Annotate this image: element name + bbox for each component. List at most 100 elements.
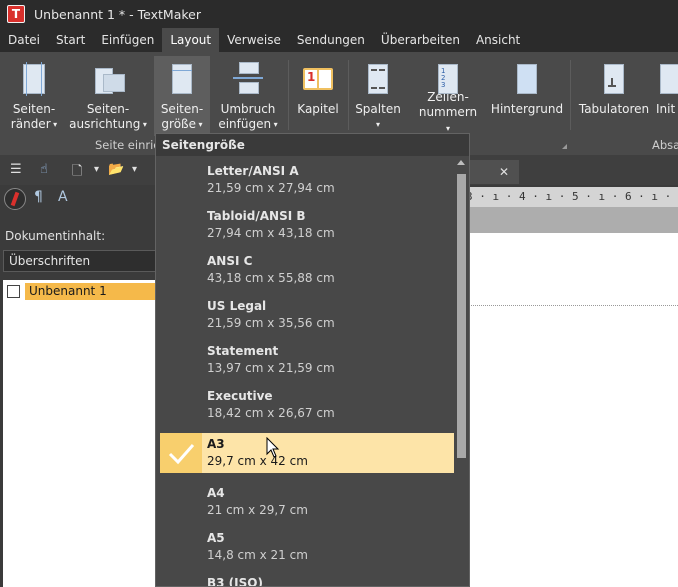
- chapter-button[interactable]: 1 Kapitel: [294, 56, 342, 136]
- option-dimensions: 21,59 cm x 35,56 cm: [207, 316, 335, 330]
- background-button[interactable]: Hintergrund: [490, 56, 564, 136]
- title-bar: T Unbenannt 1 * - TextMaker: [0, 0, 678, 28]
- content-filter-select[interactable]: Überschriften: [3, 250, 156, 272]
- document-content-label: Dokumentinhalt:: [5, 229, 106, 243]
- tab-einfuegen[interactable]: Einfügen: [93, 28, 162, 52]
- page-margin-line: [466, 305, 678, 306]
- tab-layout[interactable]: Layout: [162, 28, 220, 52]
- option-name: A4: [207, 486, 225, 500]
- hand-tool-icon[interactable]: ☝: [40, 162, 48, 178]
- line-numbers-button[interactable]: 123 Zeilen- nummern ▾: [418, 56, 478, 136]
- dropdown-scrollbar[interactable]: [454, 156, 469, 586]
- page-size-label-1: Seiten-: [160, 102, 204, 116]
- group-label-paragraph: Absa: [652, 138, 678, 152]
- columns-icon: [363, 60, 393, 96]
- page-size-label-2: größe: [161, 117, 196, 131]
- option-name: Tabloid/ANSI B: [207, 209, 306, 223]
- page-size-option-statement[interactable]: Statement 13,97 cm x 21,59 cm: [160, 336, 454, 378]
- hamburger-menu-icon[interactable]: ☰: [10, 162, 22, 178]
- ribbon-separator: [570, 60, 571, 130]
- tree-item-label: Unbenannt 1: [25, 283, 156, 300]
- page-size-option-executive[interactable]: Executive 18,42 cm x 26,67 cm: [160, 381, 454, 423]
- open-dropdown-icon[interactable]: ▾: [132, 164, 137, 180]
- window-title: Unbenannt 1 * - TextMaker: [34, 6, 201, 22]
- insert-break-label-1: Umbruch: [220, 102, 276, 116]
- tabs-label: Tabulatoren: [578, 102, 650, 116]
- menu-bar: Datei Start Einfügen Layout Verweise Sen…: [0, 28, 678, 52]
- scroll-up-icon[interactable]: [457, 160, 465, 165]
- option-name: Letter/ANSI A: [207, 164, 299, 178]
- open-folder-icon[interactable]: 📂: [108, 162, 124, 178]
- tab-sendungen[interactable]: Sendungen: [289, 28, 373, 52]
- page-size-option-b3[interactable]: B3 (ISO): [160, 568, 454, 587]
- insert-break-button[interactable]: Umbruch einfügen ▾: [216, 56, 280, 136]
- page-margins-label-2: ränder: [10, 117, 51, 131]
- ruler-scale: 3 · ı · 4 · ı · 5 · ı · 6 · ı · 7 · ı · …: [466, 190, 678, 203]
- page-size-option-ansi-c[interactable]: ANSI C 43,18 cm x 55,88 cm: [160, 246, 454, 288]
- scroll-thumb[interactable]: [457, 174, 466, 458]
- navigator-compass-icon[interactable]: [4, 188, 26, 210]
- dropdown-header: Seitengröße: [156, 134, 469, 156]
- option-name: ANSI C: [207, 254, 253, 268]
- line-numbers-icon: 123: [433, 60, 463, 94]
- option-dimensions: 21 cm x 29,7 cm: [207, 503, 308, 517]
- option-dimensions: 18,42 cm x 26,67 cm: [207, 406, 335, 420]
- chapter-label: Kapitel: [297, 102, 339, 116]
- new-document-dropdown-icon[interactable]: ▾: [94, 164, 99, 180]
- tab-start[interactable]: Start: [48, 28, 93, 52]
- page-orientation-button[interactable]: Seiten- ausrichtung ▾: [68, 56, 148, 136]
- page-size-option-a4[interactable]: A4 21 cm x 29,7 cm: [160, 478, 454, 520]
- page-size-option-a5[interactable]: A5 14,8 cm x 21 cm: [160, 523, 454, 565]
- tab-datei[interactable]: Datei: [0, 28, 48, 52]
- option-dimensions: 21,59 cm x 27,94 cm: [207, 181, 335, 195]
- option-dimensions: 29,7 cm x 42 cm: [207, 454, 308, 468]
- option-dimensions: 27,94 cm x 43,18 cm: [207, 226, 335, 240]
- option-dimensions: 13,97 cm x 21,59 cm: [207, 361, 335, 375]
- option-name: Executive: [207, 389, 273, 403]
- tree-item-checkbox[interactable]: [7, 285, 20, 298]
- character-styles-icon[interactable]: A: [58, 189, 68, 205]
- tab-ueberarbeiten[interactable]: Überarbeiten: [373, 28, 468, 52]
- initials-button[interactable]: Init: [656, 56, 678, 136]
- close-tab-icon[interactable]: ✕: [499, 165, 509, 179]
- tab-stop-icon: [599, 60, 629, 96]
- page-size-option-letter[interactable]: Letter/ANSI A 21,59 cm x 27,94 cm: [160, 156, 454, 198]
- book-icon: 1: [303, 60, 333, 96]
- line-numbers-label-2: nummern: [418, 105, 478, 119]
- document-outline-tree: Unbenannt 1: [3, 280, 156, 587]
- textmaker-app-icon[interactable]: T: [7, 5, 25, 23]
- page-margins-label-1: Seiten-: [12, 102, 56, 116]
- option-name: Statement: [207, 344, 279, 358]
- sidebar-toolbar: ¶ A: [0, 185, 156, 213]
- dialog-launcher-icon[interactable]: [562, 144, 567, 149]
- sidebar: ¶ A Dokumentinhalt: Überschriften Unbena…: [0, 185, 156, 587]
- paragraph-styles-icon[interactable]: ¶: [34, 189, 43, 205]
- new-document-icon[interactable]: 🗋: [72, 162, 82, 179]
- document-page[interactable]: [466, 233, 678, 587]
- tree-item[interactable]: Unbenannt 1: [7, 283, 156, 300]
- option-dimensions: 43,18 cm x 55,88 cm: [207, 271, 335, 285]
- page-orientation-icon: [93, 60, 125, 96]
- option-dimensions: 14,8 cm x 21 cm: [207, 548, 308, 562]
- page-size-button[interactable]: Seiten- größe ▾: [154, 56, 210, 136]
- tab-verweise[interactable]: Verweise: [219, 28, 289, 52]
- page-size-option-tabloid[interactable]: Tabloid/ANSI B 27,94 cm x 43,18 cm: [160, 201, 454, 243]
- horizontal-ruler[interactable]: 3 · ı · 4 · ı · 5 · ı · 6 · ı · 7 · ı · …: [466, 187, 678, 207]
- option-name: B3 (ISO): [207, 576, 263, 587]
- columns-label: Spalten: [355, 102, 401, 116]
- tab-ansicht[interactable]: Ansicht: [468, 28, 528, 52]
- selected-check-icon: [160, 433, 202, 473]
- page-margins-icon: [19, 60, 49, 96]
- background-label: Hintergrund: [490, 102, 564, 116]
- columns-button[interactable]: Spalten ▾: [354, 56, 402, 136]
- page-size-option-a3[interactable]: A3 29,7 cm x 42 cm: [160, 433, 454, 473]
- tabs-button[interactable]: Tabulatoren: [578, 56, 650, 136]
- insert-break-label-2: einfügen: [218, 117, 272, 131]
- page-size-dropdown: Seitengröße Letter/ANSI A 21,59 cm x 27,…: [155, 133, 470, 587]
- option-name: A5: [207, 531, 225, 545]
- ribbon-separator: [348, 60, 349, 130]
- page-margins-button[interactable]: Seiten- ränder ▾: [4, 56, 64, 136]
- page-size-option-us-legal[interactable]: US Legal 21,59 cm x 35,56 cm: [160, 291, 454, 333]
- mouse-pointer-icon: [266, 437, 280, 458]
- page-orientation-label-2: ausrichtung: [69, 117, 141, 131]
